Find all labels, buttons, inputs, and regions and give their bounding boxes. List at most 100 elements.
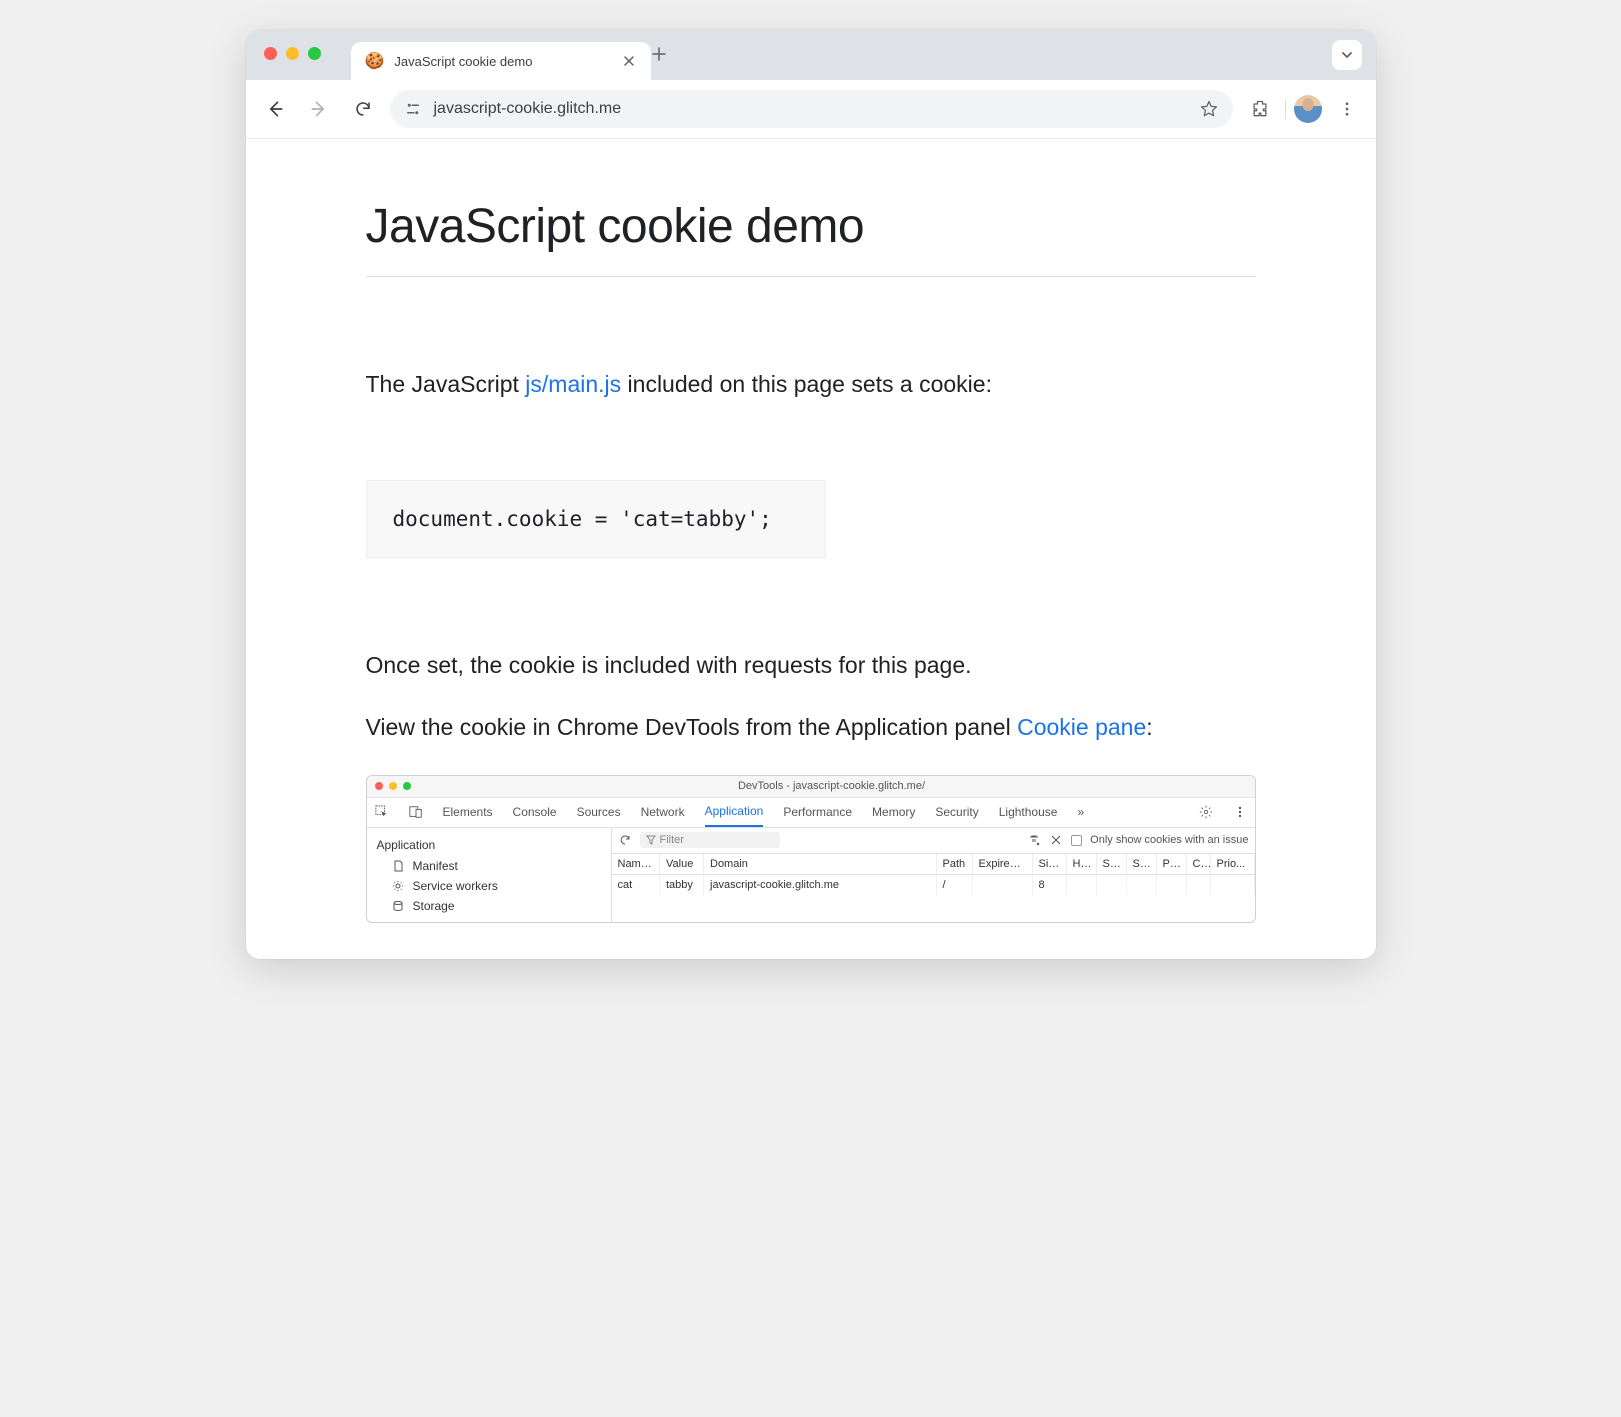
para3-prefix: View the cookie in Chrome DevTools from …	[366, 714, 1018, 740]
cell-name: cat	[612, 874, 660, 895]
devtools-content: Filter Only show cookies with an issue	[612, 828, 1255, 922]
devtools-menu-icon[interactable]	[1233, 806, 1247, 818]
cell-path: /	[936, 874, 972, 895]
intro-text-suffix: included on this page sets a cookie:	[621, 371, 992, 397]
sidebar-item-service-workers[interactable]: Service workers	[367, 876, 611, 896]
cell-size: 8	[1032, 874, 1066, 895]
window-close-button[interactable]	[264, 47, 277, 60]
cell-partition	[1156, 874, 1186, 895]
devtools-tab-console[interactable]: Console	[513, 805, 557, 819]
window-zoom-button[interactable]	[308, 47, 321, 60]
sidebar-item-label: Service workers	[413, 879, 498, 893]
devtools-tab-security[interactable]: Security	[935, 805, 978, 819]
refresh-icon[interactable]	[618, 834, 632, 846]
devtools-window-title: DevTools - javascript-cookie.glitch.me/	[417, 780, 1247, 792]
browser-tab[interactable]: 🍪 JavaScript cookie demo	[351, 42, 651, 80]
tab-close-button[interactable]	[621, 53, 637, 69]
col-name[interactable]: Name▲	[612, 854, 660, 875]
forward-button[interactable]	[302, 92, 336, 126]
cookies-filter-bar: Filter Only show cookies with an issue	[612, 828, 1255, 854]
intro-text-prefix: The JavaScript	[366, 371, 526, 397]
devtools-tab-lighthouse[interactable]: Lighthouse	[999, 805, 1058, 819]
col-size[interactable]: Size	[1032, 854, 1066, 875]
page-viewport: JavaScript cookie demo The JavaScript js…	[246, 139, 1376, 959]
col-domain[interactable]: Domain	[704, 854, 937, 875]
back-button[interactable]	[258, 92, 292, 126]
cell-httponly	[1066, 874, 1096, 895]
table-header-row: Name▲ Value Domain Path Expires /... Siz…	[612, 854, 1255, 875]
col-samesite[interactable]: Sa...	[1126, 854, 1156, 875]
extensions-icon[interactable]	[1243, 92, 1277, 126]
address-bar[interactable]: javascript-cookie.glitch.me	[390, 90, 1233, 128]
devtools-tab-memory[interactable]: Memory	[872, 805, 915, 819]
cookies-table: Name▲ Value Domain Path Expires /... Siz…	[612, 854, 1255, 895]
site-settings-icon[interactable]	[404, 100, 422, 118]
tab-search-button[interactable]	[1332, 40, 1362, 70]
window-minimize-button[interactable]	[286, 47, 299, 60]
only-issue-label: Only show cookies with an issue	[1090, 834, 1248, 846]
cell-secure	[1096, 874, 1126, 895]
toolbar-separator	[1285, 99, 1286, 119]
chrome-menu-icon[interactable]	[1330, 92, 1364, 126]
sidebar-item-manifest[interactable]: Manifest	[367, 856, 611, 876]
device-toolbar-icon[interactable]	[409, 805, 423, 819]
tab-strip: 🍪 JavaScript cookie demo	[246, 30, 1376, 80]
col-partition[interactable]: Pa...	[1156, 854, 1186, 875]
tab-title: JavaScript cookie demo	[394, 54, 610, 69]
filter-icon	[646, 835, 656, 845]
profile-avatar[interactable]	[1294, 95, 1322, 123]
sidebar-item-storage[interactable]: Storage	[367, 896, 611, 916]
para3-suffix: :	[1146, 714, 1152, 740]
new-tab-button[interactable]	[651, 46, 681, 64]
devtools-tab-sources[interactable]: Sources	[577, 805, 621, 819]
browser-window: 🍪 JavaScript cookie demo	[246, 30, 1376, 959]
window-controls	[264, 47, 321, 64]
devtools-tab-network[interactable]: Network	[641, 805, 685, 819]
col-secure[interactable]: Se...	[1096, 854, 1126, 875]
code-block: document.cookie = 'cat=tabby';	[366, 480, 826, 558]
close-icon[interactable]	[1049, 835, 1063, 845]
devtools-tab-performance[interactable]: Performance	[783, 805, 852, 819]
filter-input[interactable]: Filter	[640, 832, 780, 848]
devtools-minimize-button[interactable]	[389, 782, 397, 790]
cell-cross	[1186, 874, 1210, 895]
devtools-tab-bar: Elements Console Sources Network Applica…	[367, 798, 1255, 828]
js-file-link[interactable]: js/main.js	[525, 371, 621, 397]
sidebar-item-label: Storage	[413, 899, 455, 913]
devtools-zoom-button[interactable]	[403, 782, 411, 790]
toolbar-actions	[1243, 92, 1364, 126]
bookmark-star-icon[interactable]	[1199, 99, 1219, 119]
intro-paragraph: The JavaScript js/main.js included on th…	[366, 367, 1256, 402]
col-priority[interactable]: Prio...	[1210, 854, 1254, 875]
inspect-element-icon[interactable]	[375, 805, 389, 819]
col-expires[interactable]: Expires /...	[972, 854, 1032, 875]
cell-domain: javascript-cookie.glitch.me	[704, 874, 937, 895]
col-path[interactable]: Path	[936, 854, 972, 875]
browser-toolbar: javascript-cookie.glitch.me	[246, 80, 1376, 139]
only-issue-checkbox[interactable]	[1071, 835, 1082, 846]
devtools-settings-icon[interactable]	[1199, 805, 1213, 819]
devtools-more-tabs[interactable]: »	[1077, 805, 1084, 819]
col-value[interactable]: Value	[660, 854, 704, 875]
chrome-titlebar-area: 🍪 JavaScript cookie demo	[246, 30, 1376, 139]
sidebar-item-label: Manifest	[413, 859, 458, 873]
devtools-sidebar: Application Manifest Service workers Sto…	[367, 828, 612, 922]
devtools-tab-elements[interactable]: Elements	[443, 805, 493, 819]
reload-button[interactable]	[346, 92, 380, 126]
paragraph-2: Once set, the cookie is included with re…	[366, 648, 1256, 683]
sidebar-section-application: Application	[367, 834, 611, 856]
col-httponly[interactable]: Ht...	[1066, 854, 1096, 875]
devtools-tab-application[interactable]: Application	[705, 797, 764, 827]
cell-priority	[1210, 874, 1254, 895]
cell-expires	[972, 874, 1032, 895]
table-row[interactable]: cat tabby javascript-cookie.glitch.me / …	[612, 874, 1255, 895]
devtools-panel: DevTools - javascript-cookie.glitch.me/ …	[366, 775, 1256, 923]
col-cross[interactable]: C..	[1186, 854, 1210, 875]
devtools-close-button[interactable]	[375, 782, 383, 790]
clear-filter-icon[interactable]	[1027, 834, 1041, 846]
manifest-icon	[391, 860, 405, 872]
filter-placeholder: Filter	[660, 834, 684, 846]
devtools-titlebar: DevTools - javascript-cookie.glitch.me/	[367, 776, 1255, 798]
cell-value: tabby	[660, 874, 704, 895]
cookie-pane-link[interactable]: Cookie pane	[1017, 714, 1146, 740]
